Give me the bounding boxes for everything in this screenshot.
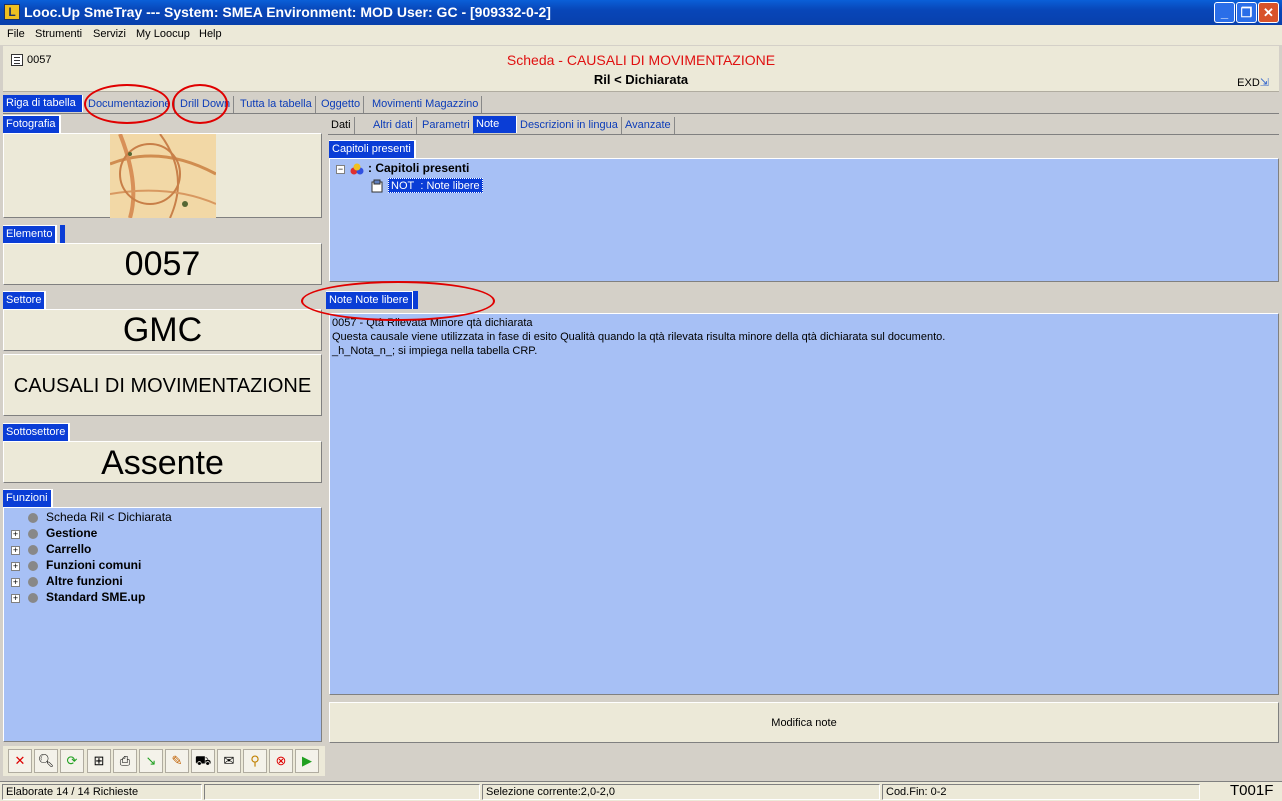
refresh-icon[interactable]: ⟳: [60, 749, 84, 773]
elemento-label: Elemento: [3, 225, 58, 243]
fotografia-label: Fotografia: [3, 115, 61, 133]
bullet-icon: [28, 593, 38, 603]
note-label: Note Note libere: [326, 291, 414, 309]
funzioni-tree: Scheda Ril < Dichiarata + Gestione + Car…: [3, 507, 322, 742]
play-icon[interactable]: ▶: [295, 749, 319, 773]
subtab-divider: [328, 134, 1279, 135]
tree-item-altre-funzioni[interactable]: Altre funzioni: [46, 574, 123, 588]
close-button[interactable]: ✕: [1258, 2, 1279, 23]
tree-item-standard-smeup[interactable]: Standard SME.up: [46, 590, 145, 604]
modifica-note-button[interactable]: Modifica note: [329, 702, 1279, 743]
tab-divider: [3, 113, 1279, 114]
minimize-button[interactable]: _: [1214, 2, 1235, 23]
foto-panel: [3, 133, 322, 219]
search-icon[interactable]: 🔍︎: [34, 749, 58, 773]
restore-button[interactable]: ❐: [1236, 2, 1257, 23]
scheda-header: 0057 Scheda - CAUSALI DI MOVIMENTAZIONE …: [3, 46, 1279, 92]
elemento-value: 0057: [3, 243, 322, 285]
page-subtitle: Ril < Dichiarata: [593, 72, 689, 87]
tab-riga-di-tabella[interactable]: Riga di tabella: [3, 95, 83, 112]
tab-drill-down[interactable]: Drill Down: [177, 96, 235, 113]
collapse-icon[interactable]: −: [336, 165, 345, 174]
bullet-icon: [28, 545, 38, 555]
settore-label: Settore: [3, 291, 47, 309]
tab-altri-dati[interactable]: Altri dati: [370, 117, 417, 134]
status-code: T001F: [1230, 782, 1274, 799]
export-icon: ⇲: [1259, 77, 1269, 89]
menu-servizi[interactable]: Servizi: [93, 28, 126, 40]
expand-icon[interactable]: +: [11, 594, 20, 603]
expand-icon[interactable]: +: [11, 562, 20, 571]
chapters-icon: [350, 163, 364, 176]
bullet-icon: [28, 577, 38, 587]
tree-item-funzioni-comuni[interactable]: Funzioni comuni: [46, 558, 141, 572]
foto-image[interactable]: [109, 133, 217, 219]
note-icon: [370, 179, 384, 193]
capitoli-root[interactable]: : Capitoli presenti: [368, 161, 469, 175]
tab-documentazione[interactable]: Documentazione: [85, 96, 175, 113]
tab-note[interactable]: Note: [473, 116, 517, 133]
tab-avanzate[interactable]: Avanzate: [622, 117, 675, 134]
menu-bar: File Strumenti Servizi My Loocup Help: [0, 25, 1282, 45]
note-text-area[interactable]: 0057 - Qtà Rilevata Minore qtà dichiarat…: [329, 313, 1279, 695]
note-line-1: 0057 - Qtà Rilevata Minore qtà dichiarat…: [332, 317, 533, 329]
tab-parametri[interactable]: Parametri: [419, 117, 474, 134]
bullet-icon: [28, 513, 38, 523]
print-icon[interactable]: ⎙: [113, 749, 137, 773]
menu-strumenti[interactable]: Strumenti: [35, 28, 82, 40]
status-bar: Elaborate 14 / 14 Richieste Selezione co…: [0, 781, 1282, 801]
delete-icon[interactable]: ✕: [8, 749, 32, 773]
sottosettore-value: Assente: [3, 441, 322, 483]
tab-descrizioni-in-lingua[interactable]: Descrizioni in lingua: [517, 117, 622, 134]
status-empty: [204, 784, 480, 800]
tab-dati[interactable]: Dati: [328, 117, 355, 134]
note-label-edge: [413, 291, 418, 309]
status-selezione: Selezione corrente:2,0-2,0: [482, 784, 880, 800]
mail-icon[interactable]: ✉: [217, 749, 241, 773]
tree-icon[interactable]: ⊞: [87, 749, 111, 773]
tab-oggetto[interactable]: Oggetto: [318, 96, 365, 113]
tab-movimenti-magazzino[interactable]: Movimenti Magazzino: [369, 96, 483, 113]
page-title: Scheda - CAUSALI DI MOVIMENTAZIONE: [506, 52, 776, 68]
settore-description: CAUSALI DI MOVIMENTAZIONE: [3, 354, 322, 416]
bullet-icon: [28, 529, 38, 539]
tab-tutta-la-tabella[interactable]: Tutta la tabella: [237, 96, 316, 113]
sottosettore-label: Sottosettore: [3, 423, 71, 441]
expand-icon[interactable]: +: [11, 530, 20, 539]
exd-button[interactable]: EXD⇲: [1237, 76, 1269, 89]
menu-my-loocup[interactable]: My Loocup: [136, 28, 190, 40]
capitoli-label: Capitoli presenti: [329, 140, 416, 158]
note-line-2: Questa causale viene utilizzata in fase …: [332, 331, 946, 343]
tree-item-gestione[interactable]: Gestione: [46, 526, 97, 540]
cart-icon[interactable]: ⛟: [191, 749, 215, 773]
elemento-label-edge: [60, 225, 65, 243]
status-elaborate: Elaborate 14 / 14 Richieste: [2, 784, 202, 800]
arrow-icon[interactable]: ↘: [139, 749, 163, 773]
note-line-3: _h_Nota_n_; si impiega nella tabella CRP…: [332, 345, 538, 357]
status-codfin: Cod.Fin: 0-2: [882, 784, 1200, 800]
menu-file[interactable]: File: [7, 28, 25, 40]
tree-item-scheda[interactable]: Scheda Ril < Dichiarata: [46, 510, 172, 524]
settore-value: GMC: [3, 309, 322, 351]
funzioni-label: Funzioni: [3, 489, 53, 507]
stop-icon[interactable]: ⊗: [269, 749, 293, 773]
title-bar: L Looc.Up SmeTray --- System: SMEA Envir…: [0, 0, 1282, 25]
bullet-icon: [28, 561, 38, 571]
edit-icon[interactable]: ✎: [165, 749, 189, 773]
expand-icon[interactable]: +: [11, 546, 20, 555]
tree-item-carrello[interactable]: Carrello: [46, 542, 91, 556]
menu-help[interactable]: Help: [199, 28, 222, 40]
window-title: Looc.Up SmeTray --- System: SMEA Environ…: [24, 4, 551, 20]
capitoli-note-item[interactable]: NOT : Note libere: [388, 178, 483, 193]
zoom-icon[interactable]: ⚲: [243, 749, 267, 773]
app-icon: L: [4, 4, 20, 20]
capitoli-tree: − : Capitoli presenti NOT : Note libere: [329, 158, 1279, 282]
bottom-toolbar: ✕ 🔍︎ ⟳ ⊞ ⎙ ↘ ✎ ⛟ ✉ ⚲ ⊗ ▶: [3, 746, 325, 776]
expand-icon[interactable]: +: [11, 578, 20, 587]
